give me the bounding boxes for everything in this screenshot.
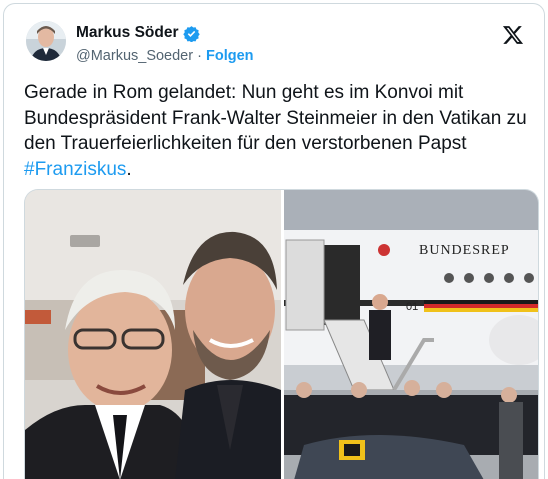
x-logo-icon[interactable] [502,24,524,46]
tweet-trailing: . [126,158,132,180]
tweet-card: Markus Söder @Markus_Soeder · Folgen Ger… [3,3,545,479]
author-name[interactable]: Markus Söder [76,24,179,42]
author-row: Markus Söder [76,24,200,42]
hashtag-link[interactable]: #Franziskus [24,159,126,180]
verified-badge-icon [182,25,200,42]
tweet-text: Gerade in Rom gelandet: Nun geht es im K… [24,80,539,182]
follow-button[interactable]: Folgen [206,48,254,64]
plane-number: 01 [406,301,418,313]
tweet-body: Gerade in Rom gelandet: Nun geht es im K… [24,82,527,154]
photo-plane[interactable]: BUNDESREP 01 [284,190,538,479]
plane-lettering: BUNDESREP [419,243,510,258]
photo-selfie[interactable] [25,190,281,479]
media-grid: BUNDESREP 01 [24,189,539,479]
handle-row: @Markus_Soeder · Folgen [76,48,254,64]
separator-dot: · [197,48,202,64]
avatar[interactable] [26,21,66,61]
author-handle[interactable]: @Markus_Soeder [76,48,193,64]
